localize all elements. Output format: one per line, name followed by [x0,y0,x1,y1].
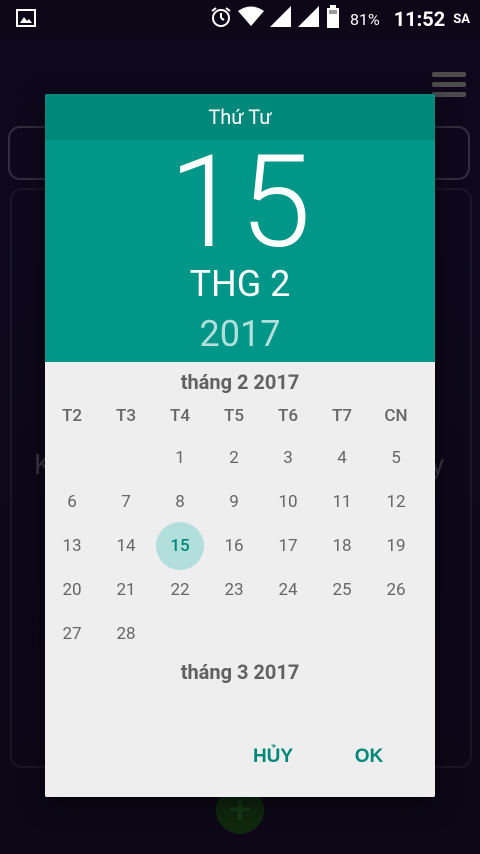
calendar-day[interactable]: 20 [48,566,96,614]
calendar-day-selected[interactable]: 15 [156,522,204,570]
calendar-day[interactable]: 23 [210,566,258,614]
signal-icon [298,6,320,32]
calendar-day[interactable]: 18 [318,522,366,570]
calendar-day[interactable]: 4 [318,434,366,482]
signal-icon [270,6,292,32]
battery-icon [326,5,340,33]
calendar-day[interactable]: 14 [102,522,150,570]
calendar-day[interactable]: 3 [264,434,312,482]
calendar-day[interactable]: 11 [318,478,366,526]
calendar-day[interactable]: 7 [102,478,150,526]
calendar-day-grid: 1 2 3 4 5 6 7 8 9 10 11 12 13 14 15 16 17 18 19 20 21 22 23 24 2… [45,94,435,797]
calendar-day[interactable]: 17 [264,522,312,570]
clock-ampm: SA [453,11,470,27]
calendar-day[interactable]: 5 [372,434,420,482]
image-icon [16,9,36,27]
calendar-day[interactable]: 9 [210,478,258,526]
calendar-day[interactable]: 10 [264,478,312,526]
calendar-day[interactable]: 24 [264,566,312,614]
calendar-day[interactable]: 21 [102,566,150,614]
cancel-button[interactable]: HỦY [235,732,311,780]
alarm-icon [210,6,232,32]
calendar-day[interactable]: 1 [156,434,204,482]
calendar-day[interactable]: 8 [156,478,204,526]
dialog-actions: HỦY OK [45,702,435,797]
calendar-day[interactable]: 19 [372,522,420,570]
calendar-day[interactable]: 26 [372,566,420,614]
calendar-day[interactable]: 13 [48,522,96,570]
calendar-day[interactable]: 6 [48,478,96,526]
calendar-day[interactable]: 2 [210,434,258,482]
wifi-icon [238,6,264,32]
clock-time: 11:52 [393,7,446,31]
next-month-title: tháng 3 2017 [180,660,300,684]
calendar-day[interactable]: 12 [372,478,420,526]
status-bar: 81% 11:52 SA [0,0,480,38]
date-picker-dialog: Thứ Tư 15 THG 2 2017 tháng 2 2017 T2 T3 … [45,94,435,797]
calendar-day[interactable]: 27 [48,610,96,658]
calendar-day[interactable]: 16 [210,522,258,570]
battery-percent: 81% [350,9,380,29]
calendar-day[interactable]: 25 [318,566,366,614]
calendar-day[interactable]: 22 [156,566,204,614]
ok-button[interactable]: OK [343,732,395,780]
calendar-day[interactable]: 28 [102,610,150,658]
